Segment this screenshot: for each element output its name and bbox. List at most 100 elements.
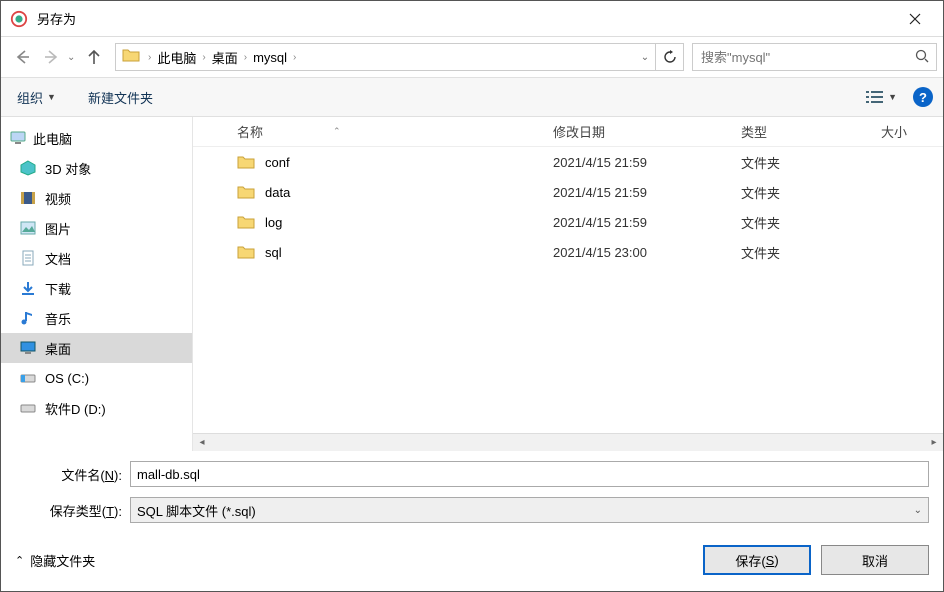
breadcrumb-pc[interactable]: 此电脑 — [153, 48, 200, 67]
search-input[interactable] — [693, 50, 908, 65]
tree-item-0[interactable]: 3D 对象 — [1, 153, 192, 183]
music-icon — [19, 309, 37, 327]
chevron-right-icon[interactable]: › — [242, 52, 249, 63]
file-date: 2021/4/15 21:59 — [553, 185, 741, 200]
download-icon — [19, 279, 37, 297]
file-row[interactable]: log 2021/4/15 21:59文件夹 — [193, 207, 943, 237]
drive-c-icon — [19, 369, 37, 387]
folder-icon — [237, 184, 255, 200]
chevron-down-icon: ⌄ — [914, 505, 922, 516]
file-row[interactable]: sql 2021/4/15 23:00文件夹 — [193, 237, 943, 267]
tree-root-pc[interactable]: 此电脑 — [1, 123, 192, 153]
tree-item-label: 3D 对象 — [45, 159, 91, 178]
file-name: data — [265, 185, 290, 200]
tree-item-label: 文档 — [45, 249, 71, 268]
cancel-button[interactable]: 取消 — [821, 545, 929, 575]
scroll-right-icon[interactable]: ▸ — [925, 437, 943, 448]
folder-tree[interactable]: 此电脑 3D 对象视频图片文档下载音乐桌面 OS (C:) 软件D (D:) — [1, 117, 193, 451]
search-box[interactable] — [692, 43, 937, 71]
save-button[interactable]: 保存(S) — [703, 545, 811, 575]
folder-icon — [237, 154, 255, 170]
hide-folders-toggle[interactable]: ⌃ 隐藏文件夹 — [15, 551, 95, 570]
column-name[interactable]: 名称 ⌃ — [193, 122, 553, 141]
address-bar[interactable]: › 此电脑 › 桌面 › mysql › ⌄ — [115, 43, 684, 71]
view-options-button[interactable]: ▼ — [861, 87, 901, 107]
tree-item-6[interactable]: 桌面 — [1, 333, 192, 363]
file-date: 2021/4/15 21:59 — [553, 215, 741, 230]
drive-icon — [19, 399, 37, 417]
sort-indicator: ⌃ — [333, 126, 341, 137]
tree-item-2[interactable]: 图片 — [1, 213, 192, 243]
file-date: 2021/4/15 21:59 — [553, 155, 741, 170]
tree-item-5[interactable]: 音乐 — [1, 303, 192, 333]
picture-icon — [19, 219, 37, 237]
scroll-left-icon[interactable]: ◂ — [193, 437, 211, 448]
tree-item-7[interactable]: OS (C:) — [1, 363, 192, 393]
refresh-button[interactable] — [655, 44, 683, 70]
back-button[interactable] — [7, 42, 37, 72]
file-list[interactable]: conf2021/4/15 21:59文件夹data2021/4/15 21:5… — [193, 147, 943, 433]
address-history-dropdown[interactable]: ⌄ — [635, 52, 655, 63]
desktop-icon — [19, 339, 37, 357]
file-row[interactable]: data 2021/4/15 21:59文件夹 — [193, 177, 943, 207]
cube-icon — [19, 159, 37, 177]
tree-root-label: 此电脑 — [33, 129, 72, 148]
tree-item-4[interactable]: 下载 — [1, 273, 192, 303]
folder-icon — [237, 214, 255, 230]
up-button[interactable] — [79, 42, 109, 72]
chevron-right-icon[interactable]: › — [200, 52, 207, 63]
new-folder-label: 新建文件夹 — [88, 88, 153, 107]
history-dropdown[interactable]: ⌄ — [67, 52, 79, 63]
horizontal-scrollbar[interactable]: ◂ ▸ — [193, 433, 943, 451]
forward-button[interactable] — [37, 42, 67, 72]
chevron-down-icon: ▼ — [47, 92, 56, 102]
app-icon — [9, 9, 29, 29]
filetype-select[interactable]: SQL 脚本文件 (*.sql) ⌄ — [130, 497, 929, 523]
tree-item-8[interactable]: 软件D (D:) — [1, 393, 192, 423]
tree-item-label: 音乐 — [45, 309, 71, 328]
file-type: 文件夹 — [741, 243, 881, 262]
new-folder-button[interactable]: 新建文件夹 — [82, 84, 159, 111]
chevron-right-icon[interactable]: › — [291, 52, 298, 63]
tree-item-label: 软件D (D:) — [45, 399, 106, 418]
doc-icon — [19, 249, 37, 267]
hide-folders-label: 隐藏文件夹 — [30, 551, 95, 570]
column-headers[interactable]: 名称 ⌃ 修改日期 类型 大小 — [193, 117, 943, 147]
chevron-down-icon: ⌃ — [15, 554, 24, 567]
tree-item-1[interactable]: 视频 — [1, 183, 192, 213]
help-button[interactable]: ? — [913, 87, 933, 107]
filetype-label: 保存类型(T): — [15, 501, 130, 520]
search-icon[interactable] — [908, 49, 936, 66]
tree-item-label: 下载 — [45, 279, 71, 298]
close-button[interactable] — [895, 1, 935, 37]
tree-item-3[interactable]: 文档 — [1, 243, 192, 273]
file-type: 文件夹 — [741, 153, 881, 172]
column-type[interactable]: 类型 — [741, 122, 881, 141]
filetype-value: SQL 脚本文件 (*.sql) — [137, 501, 256, 520]
folder-icon — [122, 47, 142, 67]
tree-item-label: 桌面 — [45, 339, 71, 358]
window-title: 另存为 — [37, 9, 895, 28]
folder-icon — [237, 244, 255, 260]
breadcrumb-desktop[interactable]: 桌面 — [208, 48, 242, 67]
organize-label: 组织 — [17, 88, 43, 107]
column-size[interactable]: 大小 — [881, 122, 943, 141]
tree-item-label: 图片 — [45, 219, 71, 238]
organize-menu[interactable]: 组织 ▼ — [11, 84, 62, 111]
breadcrumb-mysql[interactable]: mysql — [249, 50, 291, 65]
video-icon — [19, 189, 37, 207]
file-type: 文件夹 — [741, 213, 881, 232]
tree-item-label: 视频 — [45, 189, 71, 208]
file-type: 文件夹 — [741, 183, 881, 202]
pc-icon — [9, 129, 27, 147]
column-date[interactable]: 修改日期 — [553, 122, 741, 141]
chevron-right-icon[interactable]: › — [146, 52, 153, 63]
tree-item-label: OS (C:) — [45, 371, 89, 386]
file-name: conf — [265, 155, 290, 170]
file-name: log — [265, 215, 282, 230]
filename-label: 文件名(N): — [15, 465, 130, 484]
file-date: 2021/4/15 23:00 — [553, 245, 741, 260]
file-name: sql — [265, 245, 282, 260]
file-row[interactable]: conf 2021/4/15 21:59文件夹 — [193, 147, 943, 177]
filename-input[interactable] — [130, 461, 929, 487]
